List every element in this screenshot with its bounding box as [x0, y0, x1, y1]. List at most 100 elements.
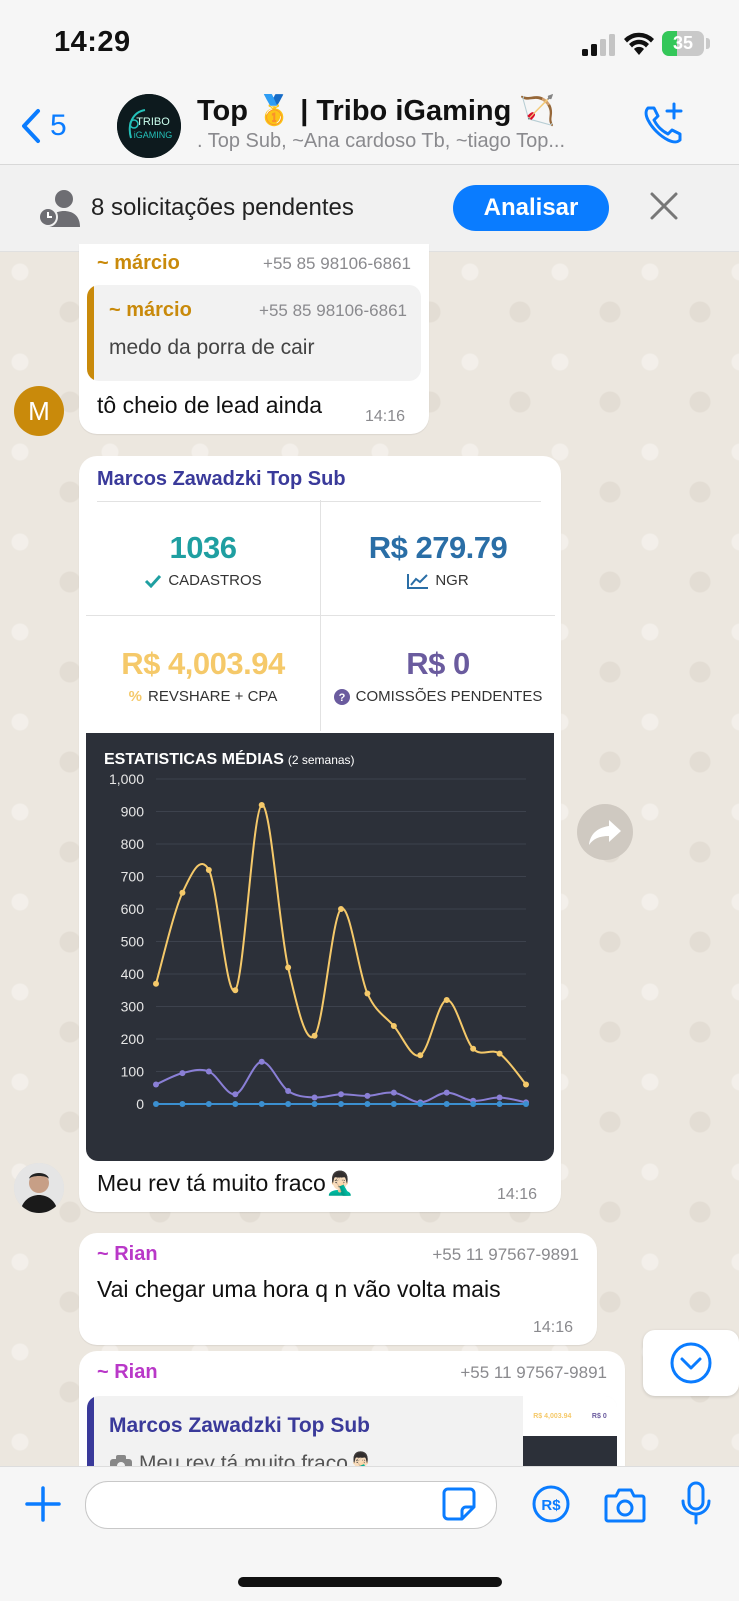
avatar-marcio[interactable]: M — [14, 386, 64, 436]
message-bubble-rian[interactable]: ~ Rian +55 11 97567-9891 Vai chegar uma … — [79, 1233, 597, 1345]
sender-phone[interactable]: +55 11 97567-9891 — [432, 1245, 579, 1265]
series-point-0 — [311, 1032, 318, 1039]
stats-chart[interactable]: ESTATISTICAS MÉDIAS (2 semanas) 1,000 900 8… — [86, 733, 554, 1161]
message-bubble-marcio[interactable]: ~ márcio +55 85 98106-6861 ~ márcio +55 … — [79, 244, 429, 434]
series-point-2 — [285, 1101, 292, 1107]
cellular-signal-icon — [582, 34, 615, 56]
series-point-2 — [258, 1101, 265, 1107]
card-title: Marcos Zawadzki Top Sub — [97, 468, 346, 490]
y-tick-label: 100 — [121, 1064, 145, 1080]
series-point-1 — [496, 1094, 503, 1101]
series-point-2 — [338, 1101, 344, 1107]
microphone-icon[interactable] — [680, 1481, 712, 1525]
comissoes-value: R$ 0 — [406, 646, 470, 681]
chat-header: 5 TRIBO iGAMING Top 🥇 | Tribo iGaming 🏹 … — [0, 88, 739, 165]
series-point-2 — [179, 1101, 186, 1107]
stat-cadastros: 1036 CADASTROS — [86, 500, 321, 616]
analisar-button[interactable]: Analisar — [453, 185, 609, 231]
series-point-0 — [205, 867, 212, 873]
battery-cap — [706, 38, 710, 49]
revshare-label: REVSHARE + CPA — [147, 688, 278, 705]
camera-icon[interactable] — [604, 1487, 646, 1523]
series-point-0 — [179, 889, 186, 896]
group-name[interactable]: Top 🥇 | Tribo iGaming 🏹 — [197, 94, 556, 128]
battery-percent: 35 — [672, 33, 694, 53]
quoted-text: medo da porra de cair — [109, 336, 315, 359]
series-point-1 — [443, 1089, 450, 1096]
series-point-0 — [470, 1045, 477, 1052]
sender-name[interactable]: ~ márcio — [97, 252, 180, 275]
cadastros-label: CADASTROS — [168, 572, 262, 589]
y-tick-label: 600 — [121, 901, 145, 917]
avatar-marcos[interactable] — [14, 1163, 64, 1213]
quoted-message[interactable]: ~ márcio +55 85 98106-6861 medo da porra… — [87, 285, 421, 381]
series-point-0 — [390, 1023, 397, 1029]
series-line-0 — [155, 803, 527, 1086]
series-point-1 — [232, 1091, 239, 1098]
question-icon: ? — [333, 688, 350, 705]
comissoes-label: COMISSÕES PENDENTES — [355, 688, 543, 705]
series-point-0 — [285, 964, 292, 971]
quoted-title: Marcos Zawadzki Top Sub — [109, 1414, 370, 1437]
series-point-1 — [338, 1091, 344, 1098]
forward-button[interactable] — [577, 804, 633, 860]
message-time: 14:16 — [533, 1319, 574, 1336]
message-text: Vai chegar uma hora q n vão volta mais — [97, 1276, 501, 1302]
ngr-value: R$ 279.79 — [368, 530, 508, 565]
person-photo-icon — [14, 1163, 64, 1213]
message-time: 14:16 — [497, 1186, 538, 1203]
scroll-to-bottom-button[interactable] — [643, 1330, 739, 1396]
sender-name[interactable]: ~ Rian — [97, 1361, 158, 1384]
sender-phone[interactable]: +55 85 98106-6861 — [263, 254, 411, 274]
series-point-1 — [205, 1068, 212, 1075]
series-point-1 — [364, 1092, 371, 1099]
series-point-1 — [285, 1088, 292, 1094]
quote-bar — [87, 285, 94, 381]
series-point-1 — [153, 1081, 159, 1088]
pending-users-icon — [38, 190, 80, 227]
message-input[interactable] — [85, 1481, 497, 1529]
cadastros-value: 1036 — [169, 530, 237, 565]
stat-revshare: R$ 4,003.94 % REVSHARE + CPA — [86, 616, 321, 731]
series-point-2 — [390, 1101, 397, 1107]
y-tick-label: 0 — [136, 1096, 144, 1112]
cadastros-caption: CADASTROS — [86, 572, 320, 589]
comissoes-caption: ? COMISSÕES PENDENTES — [321, 688, 555, 705]
add-call-icon[interactable] — [640, 100, 688, 148]
sender-phone[interactable]: +55 11 97567-9891 — [460, 1363, 607, 1383]
close-icon[interactable] — [648, 190, 680, 222]
stat-comissoes: R$ 0 ? COMISSÕES PENDENTES — [321, 616, 555, 731]
svg-text:TRIBO: TRIBO — [136, 116, 170, 128]
series-point-2 — [470, 1101, 477, 1107]
series-point-1 — [179, 1070, 186, 1077]
y-tick-label: 200 — [121, 1031, 145, 1047]
stat-ngr: R$ 279.79 NGR — [321, 500, 555, 616]
chart-canvas: 1,000 900 800 700 600 500 400 300 200 100 0 — [109, 771, 529, 1112]
back-button[interactable]: 5 — [20, 104, 67, 148]
status-time: 14:29 — [54, 26, 131, 58]
y-tick-label: 700 — [121, 869, 145, 885]
percent-icon: % — [128, 688, 142, 705]
group-avatar[interactable]: TRIBO iGAMING — [117, 94, 181, 158]
sender-name[interactable]: ~ Rian — [97, 1243, 158, 1266]
series-point-2 — [523, 1101, 529, 1107]
plus-icon[interactable] — [24, 1485, 62, 1523]
series-point-0 — [443, 997, 450, 1003]
series-point-2 — [311, 1101, 318, 1107]
series-point-0 — [496, 1050, 503, 1057]
stats-card[interactable]: 1036 CADASTROS R$ 279.79 NGR R$ 4,003.94… — [86, 500, 555, 736]
avatar-letter: M — [28, 395, 50, 426]
tribo-igaming-logo-icon: TRIBO iGAMING — [117, 94, 181, 158]
series-point-0 — [417, 1052, 424, 1059]
series-point-1 — [390, 1089, 397, 1096]
series-point-2 — [364, 1101, 371, 1107]
chevron-down-circle-icon — [670, 1342, 712, 1384]
wifi-icon — [624, 32, 654, 55]
message-text: Meu rev tá muito fraco🤦🏻‍♂️ — [97, 1170, 355, 1196]
payment-icon[interactable]: R$ — [532, 1485, 570, 1523]
series-point-2 — [417, 1101, 424, 1107]
group-members[interactable]: . Top Sub, ~Ana cardoso Tb, ~tiago Top..… — [197, 130, 617, 153]
y-tick-label: 800 — [121, 836, 145, 852]
message-text: tô cheio de lead ainda — [97, 392, 323, 418]
sticker-icon[interactable] — [442, 1487, 476, 1521]
